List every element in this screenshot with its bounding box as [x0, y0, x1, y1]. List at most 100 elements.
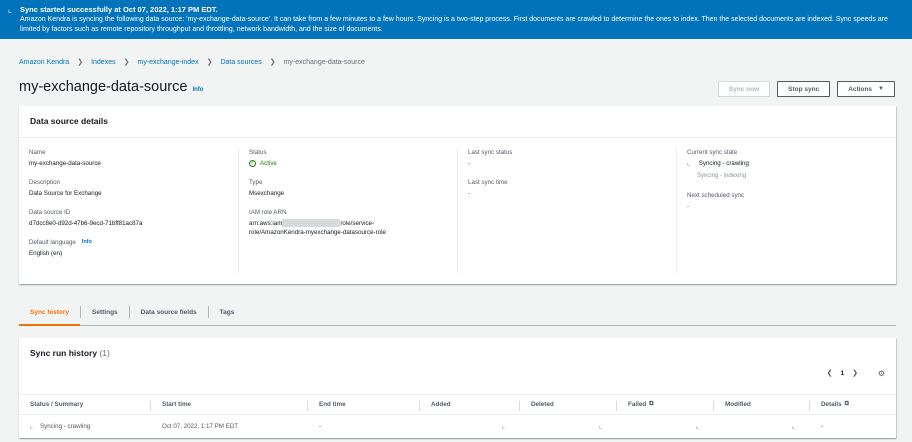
breadcrumb-index[interactable]: my-exchange-index: [137, 59, 198, 66]
chevron-right-icon: ❯: [123, 59, 130, 66]
language-info-link[interactable]: Info: [82, 238, 92, 247]
spinner-icon: ⌞: [8, 5, 12, 14]
breadcrumb-current: my-exchange-data-source: [283, 58, 365, 66]
history-count: (1): [99, 348, 110, 358]
data-source-id-label: Data source ID: [29, 209, 71, 216]
iam-role-line2: role/AmazonKendra-myexchange-datasource-…: [249, 229, 386, 236]
flash-message: Amazon Kendra is syncing the following d…: [20, 16, 888, 33]
details-column-2: Status ✓ Active Type Msexchange IAM role…: [238, 148, 457, 273]
last-sync-status-value: -: [468, 160, 471, 167]
tab-tags[interactable]: Tags: [209, 299, 246, 325]
column-added[interactable]: Added: [420, 395, 520, 414]
column-deleted[interactable]: Deleted: [520, 395, 617, 414]
next-scheduled-sync-value: -: [687, 203, 690, 210]
history-title-text: Sync run history: [30, 348, 98, 358]
column-modified[interactable]: Modified: [714, 395, 810, 414]
page-title: my-exchange-data-source: [19, 79, 188, 95]
check-circle-icon: ✓: [249, 160, 256, 167]
iam-role-suffix: role/service-: [340, 220, 375, 227]
details-column-3: Last sync status - Last sync time -: [457, 148, 676, 273]
column-end-time[interactable]: End time: [308, 395, 420, 414]
history-title: Sync run history (1): [19, 338, 896, 368]
redacted-mask: [282, 219, 341, 228]
data-source-details-panel: Data source details Name my-exchange-dat…: [19, 106, 896, 284]
status-label: Status: [249, 149, 267, 156]
default-language-label: Default language Info: [29, 238, 228, 247]
details-title: Data source details: [19, 106, 896, 138]
next-page-icon[interactable]: ❯: [852, 369, 858, 377]
spinner-icon: ⌞: [30, 423, 33, 430]
name-label: Name: [29, 149, 46, 156]
spinner-icon: ⌞: [599, 423, 602, 430]
breadcrumb: Amazon Kendra ❯ Indexes ❯ my-exchange-in…: [19, 58, 365, 67]
sync-run-history-panel: Sync run history (1) ❮ 1 ❯ ⚙ Status / Su…: [19, 338, 896, 438]
tab-data-source-fields[interactable]: Data source fields: [130, 299, 208, 325]
last-sync-time-label: Last sync time: [468, 179, 508, 186]
iam-role-label: IAM role ARN: [249, 209, 287, 216]
spinner-icon: ⌞: [687, 161, 690, 167]
breadcrumb-data-sources[interactable]: Data sources: [220, 59, 261, 66]
row-added-spinner: ⌞: [420, 416, 520, 436]
chevron-right-icon: ❯: [77, 59, 84, 66]
external-link-icon: ⧉: [844, 401, 849, 407]
current-sync-state-text: Syncing - crawling: [698, 160, 749, 167]
next-sync-state: Syncing - indexing: [697, 173, 747, 179]
next-scheduled-sync-label: Next scheduled sync: [687, 192, 745, 199]
flash-title: Sync started successfully at Oct 07, 202…: [20, 5, 218, 14]
row-deleted-spinner: ⌞: [520, 416, 617, 436]
column-start-time[interactable]: Start time: [151, 395, 308, 414]
column-details[interactable]: Details ⧉: [810, 395, 896, 414]
tab-settings[interactable]: Settings: [81, 299, 129, 325]
iam-role-value: arn:aws:iam role/service- role/AmazonKend…: [249, 219, 447, 237]
row-modified-spinner: ⌞: [714, 416, 810, 436]
last-sync-status-label: Last sync status: [468, 149, 513, 156]
sync-now-button[interactable]: Sync now: [717, 81, 771, 97]
gear-icon[interactable]: ⚙: [878, 369, 885, 378]
default-language-value: English (en): [29, 250, 63, 257]
row-end-time: -: [319, 422, 322, 430]
flash-notification: ⌞ Sync started successfully at Oct 07, 2…: [0, 0, 912, 39]
status-text: Active: [260, 160, 277, 167]
description-value: Data Source for Exchange: [29, 190, 102, 197]
column-failed[interactable]: Failed ⧉: [617, 395, 714, 414]
default-language-label-text: Default language: [29, 239, 76, 246]
tab-sync-history[interactable]: Sync history: [19, 299, 81, 326]
type-value: Msexchange: [249, 190, 285, 197]
actions-label: Actions: [848, 85, 873, 93]
pagination: ❮ 1 ❯: [827, 369, 858, 378]
spinner-icon: ⌞: [502, 423, 505, 430]
name-value: my-exchange-data-source: [29, 160, 101, 167]
caret-down-icon: ▼: [878, 86, 884, 92]
page-number[interactable]: 1: [841, 370, 845, 377]
row-status: ⌞ Syncing - crawling: [30, 422, 91, 430]
last-sync-time-value: -: [468, 190, 471, 197]
column-status-summary[interactable]: Status / Summary: [19, 395, 151, 414]
iam-role-prefix: arn:aws:iam: [249, 220, 283, 227]
chevron-right-icon: ❯: [269, 59, 276, 66]
description-label: Description: [29, 179, 60, 186]
breadcrumb-indexes[interactable]: Indexes: [91, 59, 116, 66]
current-sync-state-value: ⌞ Syncing - crawling: [687, 159, 885, 169]
type-label: Type: [249, 179, 263, 186]
tabs: Sync history Settings Data source fields…: [19, 299, 896, 326]
row-start-time: Oct 07, 2022, 1:17 PM EDT: [162, 422, 239, 430]
table-row: ⌞ Syncing - crawling Oct 07, 2022, 1:17 …: [19, 416, 896, 436]
chevron-right-icon: ❯: [206, 59, 213, 66]
prev-page-icon[interactable]: ❮: [827, 369, 833, 377]
spinner-icon: ⌞: [792, 423, 795, 430]
row-failed-spinner: ⌞: [617, 416, 714, 436]
actions-button[interactable]: Actions ▼: [837, 81, 895, 97]
table-header: Status / Summary Start time End time Add…: [19, 394, 896, 415]
header-actions: Sync now Stop sync Actions ▼: [717, 81, 895, 97]
row-details: -: [821, 422, 824, 430]
data-source-id-value: d7dcc8e0-d92d-47b6-9ecd-71bff81ac87a: [29, 220, 143, 227]
spinner-icon: ⌞: [696, 423, 699, 430]
details-column-4: Current sync state ⌞ Syncing - crawling …: [676, 148, 895, 273]
current-sync-state-label: Current sync state: [687, 149, 738, 156]
breadcrumb-amazon-kendra[interactable]: Amazon Kendra: [19, 59, 69, 66]
details-column-1: Name my-exchange-data-source Description…: [19, 148, 238, 273]
stop-sync-button[interactable]: Stop sync: [777, 81, 831, 97]
status-value: ✓ Active: [249, 159, 447, 168]
info-link[interactable]: Info: [192, 87, 203, 93]
page-header: my-exchange-data-source Info: [19, 79, 203, 95]
